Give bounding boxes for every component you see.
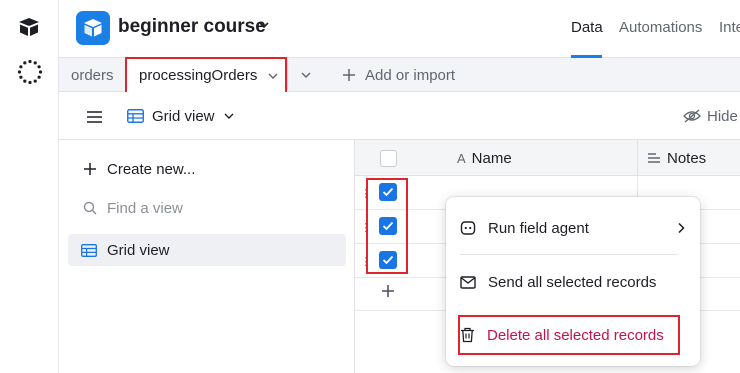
create-new-label: Create new... — [107, 160, 196, 178]
view-toolbar: Grid view Hide — [59, 92, 740, 140]
chevron-right-icon — [678, 222, 685, 234]
text-a-icon: A — [457, 150, 466, 166]
sidebar-item-label: Grid view — [107, 241, 170, 259]
tab-data[interactable]: Data — [571, 19, 603, 36]
table-tab-orders[interactable]: orders — [71, 58, 114, 92]
mail-icon — [460, 275, 476, 289]
base-name[interactable]: beginner course — [118, 16, 266, 38]
context-menu: Run field agent Send all selected record… — [446, 197, 700, 366]
select-all-checkbox[interactable] — [380, 150, 397, 167]
loading-dots-icon — [17, 59, 43, 90]
selection-highlight — [366, 178, 408, 274]
table-tab-processing-orders[interactable]: processingOrders — [125, 57, 287, 94]
table-tab-label: processingOrders — [139, 67, 258, 84]
menu-item-label: Delete all selected records — [487, 326, 664, 344]
table-tabs-bar: orders processingOrders Add or import — [59, 57, 740, 94]
hide-label: Hide — [707, 107, 738, 125]
grid-header: A Name Notes — [355, 140, 740, 176]
add-or-import-button[interactable]: Add or import — [342, 58, 455, 92]
plus-icon — [84, 163, 96, 175]
column-label: Name — [471, 149, 512, 167]
all-tables-chevron-icon[interactable] — [299, 68, 313, 87]
menu-icon[interactable] — [87, 110, 102, 128]
menu-item-send-selected-records[interactable]: Send all selected records — [460, 265, 656, 299]
find-view-input[interactable]: Find a view — [83, 197, 183, 219]
view-name: Grid view — [152, 107, 215, 125]
left-rail — [0, 0, 59, 373]
create-view-button[interactable]: Create new... — [83, 158, 195, 180]
menu-item-label: Send all selected records — [488, 273, 657, 291]
add-or-import-label: Add or import — [365, 66, 456, 84]
chevron-down-icon — [224, 113, 234, 119]
menu-item-label: Run field agent — [488, 219, 589, 237]
views-sidebar: Create new... Find a view Grid view — [59, 140, 355, 373]
tab-automations[interactable]: Automations — [619, 19, 702, 36]
grid-icon — [81, 243, 97, 257]
plus-icon — [343, 69, 355, 81]
column-header-name[interactable]: A Name — [457, 140, 512, 176]
chevron-down-icon — [267, 70, 279, 82]
agent-icon — [460, 221, 476, 235]
airtable-logo-icon[interactable] — [17, 17, 41, 42]
find-view-placeholder: Find a view — [107, 199, 183, 217]
menu-divider — [460, 254, 678, 255]
tab-interfaces[interactable]: Inte — [719, 19, 740, 36]
menu-item-run-field-agent[interactable]: Run field agent — [460, 211, 686, 245]
grid-icon — [127, 109, 144, 123]
plus-icon — [381, 284, 395, 303]
eye-off-icon — [683, 109, 701, 123]
column-divider — [637, 140, 638, 176]
top-header: beginner course Data Automations Inte — [59, 0, 740, 58]
long-text-icon — [648, 153, 660, 163]
trash-icon — [461, 327, 474, 343]
menu-item-delete-selected-records[interactable]: Delete all selected records — [460, 318, 664, 352]
column-label: Notes — [667, 149, 707, 167]
base-logo-icon[interactable] — [76, 11, 110, 45]
hide-fields-button[interactable]: Hide — [683, 92, 738, 140]
view-switcher[interactable]: Grid view — [127, 92, 235, 140]
search-icon — [83, 201, 97, 215]
chevron-down-icon[interactable] — [257, 18, 271, 37]
column-header-notes[interactable]: Notes — [647, 140, 706, 176]
sidebar-item-grid-view[interactable]: Grid view — [68, 234, 346, 266]
tab-divider — [287, 60, 288, 90]
